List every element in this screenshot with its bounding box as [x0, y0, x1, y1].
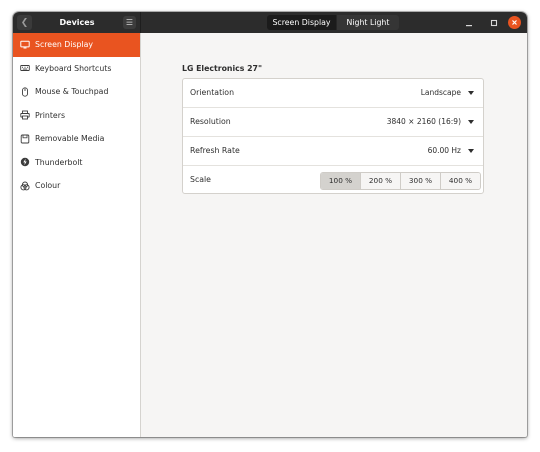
- removable-media-icon: [20, 134, 30, 144]
- scale-label: Scale: [190, 175, 211, 184]
- tab-screen-display[interactable]: Screen Display: [267, 15, 336, 30]
- maximize-button[interactable]: [486, 15, 501, 30]
- sidebar-item-label: Colour: [35, 181, 61, 191]
- refresh-rate-row[interactable]: Refresh Rate 60.00 Hz: [183, 137, 483, 166]
- scale-selector: 100 % 200 % 300 % 400 %: [320, 172, 481, 190]
- minimize-button[interactable]: [461, 15, 476, 30]
- close-icon: [512, 20, 517, 25]
- minimize-icon: [465, 24, 472, 26]
- chevron-down-icon: [468, 120, 474, 124]
- sidebar-item-colour[interactable]: Colour: [13, 174, 140, 198]
- scale-row: Scale 100 % 200 % 300 % 400 %: [183, 166, 483, 194]
- menu-button[interactable]: ☰: [123, 16, 136, 29]
- printer-icon: [20, 110, 30, 120]
- orientation-row[interactable]: Orientation Landscape: [183, 79, 483, 108]
- resolution-value: 3840 × 2160 (16:9): [386, 117, 461, 126]
- keyboard-icon: [20, 63, 30, 73]
- sidebar-item-removable-media[interactable]: Removable Media: [13, 127, 140, 151]
- sidebar: Screen Display Keyboard Shortcuts Mouse …: [13, 33, 141, 437]
- sidebar-item-label: Keyboard Shortcuts: [35, 63, 112, 73]
- monitor-name: LG Electronics 27": [182, 64, 263, 73]
- orientation-value: Landscape: [420, 88, 461, 97]
- colour-icon: [20, 181, 30, 191]
- tab-night-light[interactable]: Night Light: [336, 15, 399, 30]
- maximize-icon: [490, 19, 497, 26]
- view-switcher: Screen Display Night Light: [267, 15, 399, 30]
- sidebar-item-label: Mouse & Touchpad: [35, 87, 109, 97]
- main-content: LG Electronics 27" Orientation Landscape…: [141, 33, 527, 437]
- header-bar: ❮ Devices ☰ Screen Display Night Light: [13, 12, 527, 33]
- settings-window: ❮ Devices ☰ Screen Display Night Light S…: [13, 12, 527, 437]
- sidebar-item-keyboard-shortcuts[interactable]: Keyboard Shortcuts: [13, 57, 140, 81]
- sidebar-item-label: Printers: [35, 110, 65, 120]
- resolution-label: Resolution: [190, 117, 231, 126]
- sidebar-item-label: Removable Media: [35, 134, 105, 144]
- scale-option-200[interactable]: 200 %: [360, 173, 400, 189]
- hamburger-menu-icon: ☰: [125, 18, 134, 27]
- chevron-left-icon: ❮: [20, 17, 29, 28]
- header-separator: [140, 12, 141, 33]
- close-button[interactable]: [508, 16, 521, 29]
- sidebar-item-screen-display[interactable]: Screen Display: [13, 33, 140, 57]
- scale-option-300[interactable]: 300 %: [400, 173, 440, 189]
- scale-option-100[interactable]: 100 %: [321, 173, 360, 189]
- thunderbolt-icon: [20, 157, 30, 167]
- resolution-row[interactable]: Resolution 3840 × 2160 (16:9): [183, 108, 483, 137]
- orientation-label: Orientation: [190, 88, 235, 97]
- panel-title: Devices: [59, 18, 95, 27]
- chevron-down-icon: [468, 149, 474, 153]
- display-icon: [20, 40, 30, 50]
- back-button[interactable]: ❮: [17, 15, 32, 30]
- sidebar-item-mouse-touchpad[interactable]: Mouse & Touchpad: [13, 80, 140, 104]
- refresh-rate-label: Refresh Rate: [190, 146, 240, 155]
- sidebar-item-label: Thunderbolt: [35, 157, 83, 167]
- chevron-down-icon: [468, 91, 474, 95]
- refresh-rate-value: 60.00 Hz: [427, 146, 461, 155]
- mouse-icon: [20, 87, 30, 97]
- sidebar-item-label: Screen Display: [35, 40, 94, 50]
- sidebar-item-printers[interactable]: Printers: [13, 104, 140, 128]
- sidebar-item-thunderbolt[interactable]: Thunderbolt: [13, 151, 140, 175]
- display-settings-list: Orientation Landscape Resolution 3840 × …: [182, 78, 484, 194]
- scale-option-400[interactable]: 400 %: [440, 173, 480, 189]
